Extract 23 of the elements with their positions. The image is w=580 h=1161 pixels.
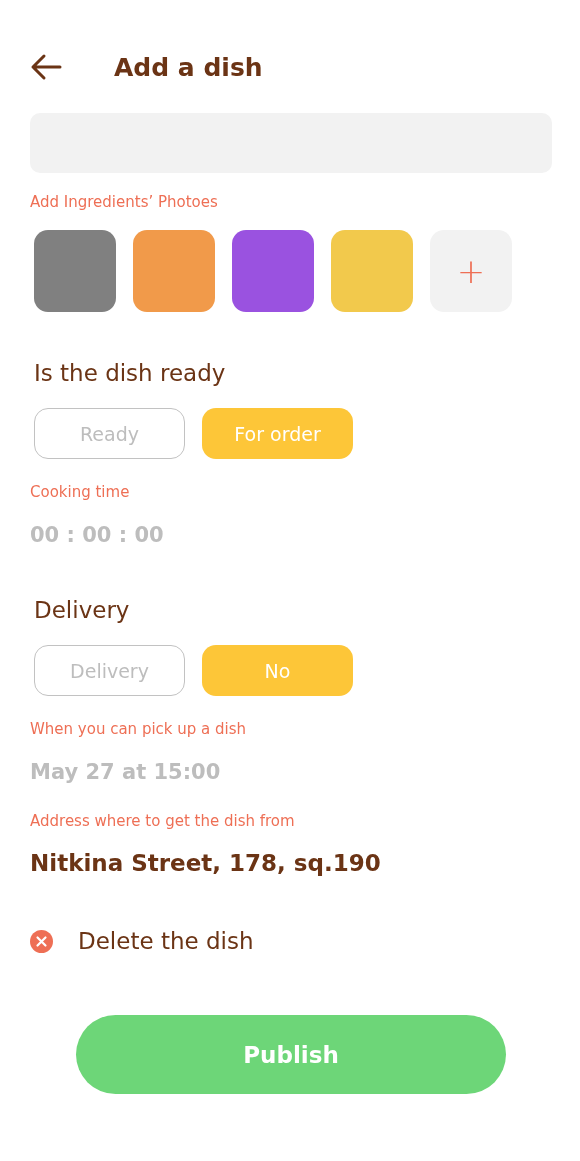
add-photo-button[interactable]: +: [430, 230, 512, 312]
page-title: Add a dish: [114, 52, 263, 82]
photo-tile[interactable]: [232, 230, 314, 312]
option-button[interactable]: Delivery: [34, 645, 185, 696]
delete-button[interactable]: Delete the dish: [78, 928, 254, 954]
close-icon[interactable]: [30, 929, 53, 953]
option-button[interactable]: No: [202, 645, 353, 696]
section-heading: Is the dish ready: [34, 360, 227, 386]
field-label: When you can pick up a dish: [30, 720, 248, 738]
section-heading: Delivery: [34, 597, 131, 623]
time-value[interactable]: 00 : 00 : 00: [30, 523, 580, 547]
address-value[interactable]: Nitkina Street, 178, sq.190: [30, 850, 580, 876]
photo-tile[interactable]: [34, 230, 116, 312]
field-label: Add Ingredients’ Photoes: [30, 193, 219, 211]
photo-tile[interactable]: [331, 230, 413, 312]
date-value[interactable]: May 27 at 15:00: [30, 760, 580, 784]
publish-button[interactable]: Publish: [76, 1015, 506, 1094]
photo-tile[interactable]: [133, 230, 215, 312]
option-button[interactable]: Ready: [34, 408, 185, 459]
field-label: Address where to get the dish from: [30, 812, 296, 830]
option-button[interactable]: For order: [202, 408, 353, 459]
back-arrow-icon[interactable]: [30, 53, 62, 81]
field-label: Cooking time: [30, 483, 131, 501]
